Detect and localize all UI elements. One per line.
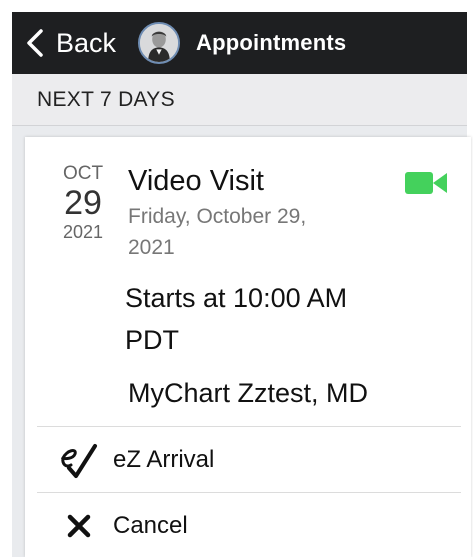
- close-icon: [67, 514, 91, 538]
- ez-arrival-icon: [60, 444, 97, 478]
- cancel-button[interactable]: Cancel: [37, 494, 461, 557]
- provider-name: MyChart Zztest, MD: [128, 378, 369, 408]
- chevron-left-icon: [27, 29, 43, 57]
- video-camera-icon[interactable]: [405, 171, 447, 195]
- back-button[interactable]: Back: [12, 12, 138, 74]
- visit-title: Video Visit: [128, 165, 264, 197]
- avatar[interactable]: [138, 22, 181, 64]
- start-time: Starts at 10:00 AM PDT: [125, 283, 348, 355]
- divider: [37, 426, 461, 427]
- visit-date: Friday, October 29, 2021: [128, 205, 307, 259]
- page-title: Appointments: [196, 30, 347, 55]
- top-margin: [0, 0, 473, 12]
- ez-arrival-label: eZ Arrival: [113, 446, 215, 473]
- back-label: Back: [56, 27, 117, 58]
- section-label: NEXT 7 DAYS: [37, 87, 175, 111]
- left-margin: [0, 0, 12, 557]
- appointment-card[interactable]: OCT 29 2021 Video Visit Friday, October …: [25, 137, 471, 557]
- divider: [37, 492, 461, 493]
- date-month: OCT: [62, 163, 104, 184]
- date-block: OCT 29 2021: [57, 163, 109, 243]
- cancel-label: Cancel: [113, 512, 188, 539]
- date-day: 29: [64, 184, 102, 222]
- section-header: NEXT 7 DAYS: [12, 74, 467, 126]
- app-screen: Back Appointments NEXT 7 DAYS OCT 29 202…: [0, 0, 473, 557]
- header-bar: Back Appointments: [12, 12, 467, 74]
- date-year: 2021: [62, 222, 104, 242]
- ez-arrival-button[interactable]: eZ Arrival: [37, 428, 461, 492]
